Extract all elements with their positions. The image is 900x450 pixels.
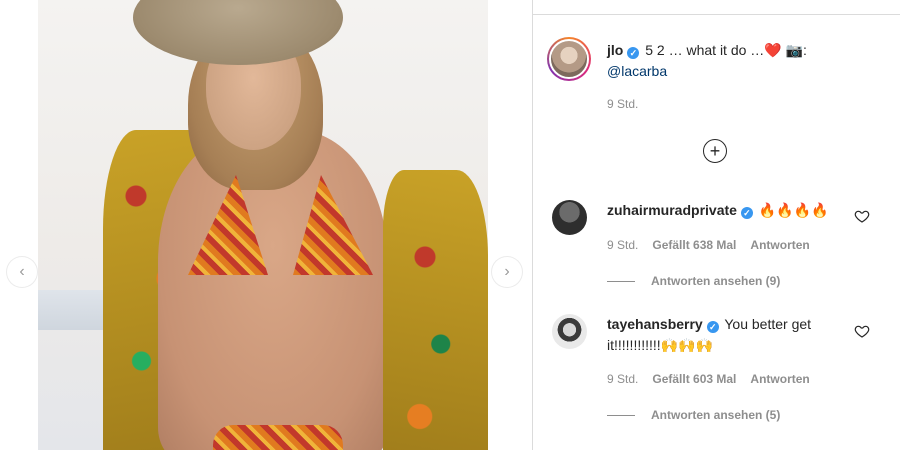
post-caption: jlo ✓ 5 2 … what it do …❤️ 📷: @lacarba bbox=[607, 40, 887, 82]
comment-username[interactable]: tayehansberry bbox=[607, 316, 703, 332]
post-media-area: ‹ › bbox=[0, 0, 532, 450]
comment-meta: 9 Std. Gefällt 638 Mal Antworten bbox=[607, 238, 810, 252]
view-replies-label: Antworten ansehen (9) bbox=[651, 274, 781, 288]
verified-badge-icon: ✓ bbox=[706, 321, 719, 333]
photo-bottom bbox=[213, 425, 343, 450]
comment-item: zuhairmuradprivate ✓ 🔥🔥🔥🔥 bbox=[607, 200, 857, 221]
comment-item: tayehansberry ✓ You better get it!!!!!!!!… bbox=[607, 314, 857, 356]
chevron-left-icon: ‹ bbox=[19, 263, 25, 280]
author-username[interactable]: jlo bbox=[607, 42, 623, 58]
commenter-avatar[interactable] bbox=[552, 314, 587, 349]
plus-icon: + bbox=[709, 141, 721, 161]
verified-badge-icon: ✓ bbox=[627, 47, 640, 59]
reply-button[interactable]: Antworten bbox=[750, 238, 809, 252]
verified-badge-icon: ✓ bbox=[740, 207, 753, 219]
caption-mention-link[interactable]: @lacarba bbox=[607, 63, 667, 79]
comment-timestamp[interactable]: 9 Std. bbox=[607, 372, 638, 386]
carousel-next-button[interactable]: › bbox=[491, 256, 523, 288]
view-replies-button[interactable]: Antworten ansehen (5) bbox=[607, 408, 780, 422]
author-avatar-image bbox=[549, 39, 589, 79]
comment-meta: 9 Std. Gefällt 603 Mal Antworten bbox=[607, 372, 810, 386]
photo-robe-right bbox=[383, 170, 488, 450]
comment-username[interactable]: zuhairmuradprivate bbox=[607, 202, 737, 218]
reply-button[interactable]: Antworten bbox=[750, 372, 809, 386]
photo-hat bbox=[133, 0, 343, 65]
comment-likes[interactable]: Gefällt 603 Mal bbox=[652, 372, 736, 386]
chevron-right-icon: › bbox=[504, 263, 510, 280]
post-photo[interactable] bbox=[38, 0, 488, 450]
view-replies-button[interactable]: Antworten ansehen (9) bbox=[607, 274, 780, 288]
replies-line bbox=[607, 280, 635, 282]
load-more-comments-button[interactable]: + bbox=[703, 139, 727, 163]
replies-line bbox=[607, 414, 635, 416]
caption-text: 5 2 … what it do …❤️ 📷: bbox=[645, 42, 807, 58]
view-replies-label: Antworten ansehen (5) bbox=[651, 408, 781, 422]
comment-timestamp[interactable]: 9 Std. bbox=[607, 238, 638, 252]
carousel-prev-button[interactable]: ‹ bbox=[6, 256, 38, 288]
comment-text: 🔥🔥🔥🔥 bbox=[758, 202, 829, 218]
comments-panel: jlo ✓ 5 2 … what it do …❤️ 📷: @lacarba 9 … bbox=[533, 0, 900, 450]
commenter-avatar[interactable] bbox=[552, 200, 587, 235]
author-avatar[interactable] bbox=[547, 37, 591, 81]
like-heart-icon[interactable] bbox=[854, 208, 870, 224]
post-timestamp[interactable]: 9 Std. bbox=[607, 97, 638, 111]
comment-likes[interactable]: Gefällt 638 Mal bbox=[652, 238, 736, 252]
like-heart-icon[interactable] bbox=[854, 323, 870, 339]
header-divider bbox=[533, 14, 900, 15]
